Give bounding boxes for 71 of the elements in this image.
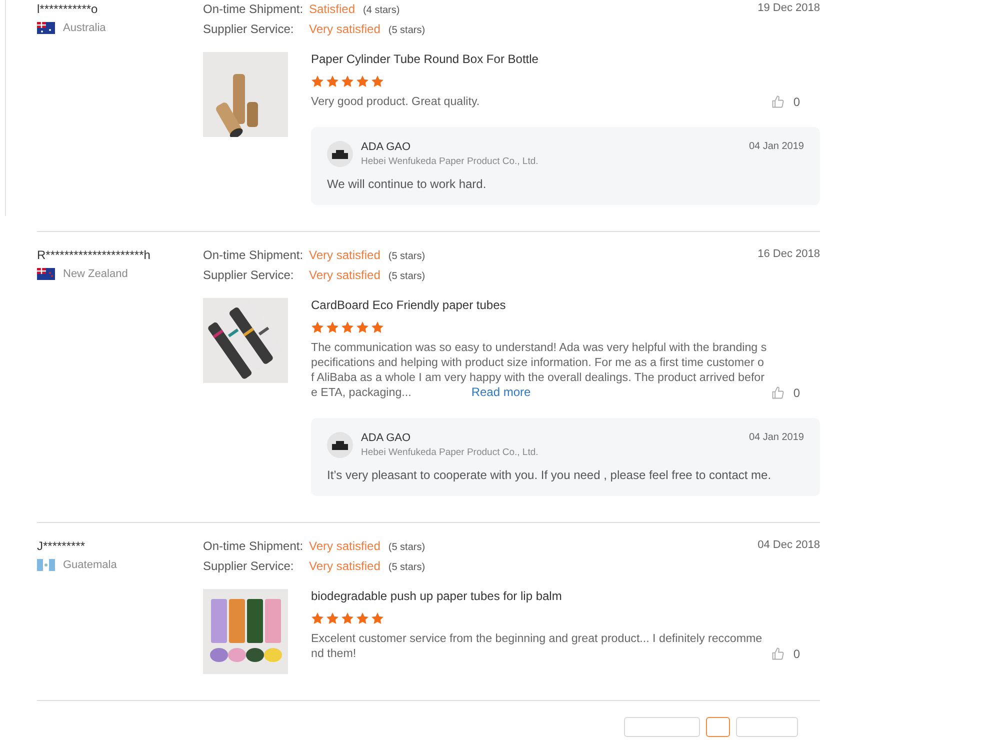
- like-count: 0: [793, 647, 800, 661]
- rating-value: Very satisfied: [309, 559, 380, 573]
- rating-value: Very satisfied: [309, 268, 380, 282]
- review-text: Excelent customer service from the beginning and great product... I definitely reccommend them!: [311, 631, 764, 661]
- thumbs-up-icon[interactable]: [771, 647, 786, 661]
- reply-author: ADA GAO: [361, 141, 412, 153]
- avatar-icon: [327, 432, 353, 458]
- pagination-button[interactable]: [706, 717, 730, 737]
- flag-icon: [37, 22, 55, 34]
- reply-company: Hebei Wenfukeda Paper Product Co., Ltd.: [361, 447, 538, 458]
- product-title[interactable]: biodegradable push up paper tubes for lip balm: [311, 589, 820, 603]
- star-icon: [311, 612, 324, 625]
- reply-text: It’s very pleasant to cooperate with you. If you need , please feel free to contact me.: [327, 468, 772, 482]
- rating-label: On-time Shipment:: [203, 248, 304, 262]
- star-icon: [356, 75, 369, 88]
- avatar-icon: [327, 141, 353, 167]
- rating-label: On-time Shipment:: [203, 2, 304, 16]
- rating-label: Supplier Service:: [203, 268, 295, 282]
- product-title[interactable]: CardBoard Eco Friendly paper tubes: [311, 298, 820, 312]
- review-text: The communication was so easy to understand! Ada was very helpful with the branding specifications and helping with product size information. For me as a first time customer of AliBaba as a whole I am very happy with the overall dealings. The product arrived before ETA, packaging... Read more: [311, 340, 767, 400]
- rating-stars-count: (5 stars): [388, 25, 426, 36]
- rating-stars-count: (5 stars): [388, 542, 426, 553]
- rating-stars-count: (5 stars): [388, 251, 426, 262]
- product-title[interactable]: Paper Cylinder Tube Round Box For Bottle: [311, 52, 820, 66]
- star-icon: [371, 612, 384, 625]
- like-count: 0: [793, 386, 800, 400]
- rating-value: Very satisfied: [309, 539, 380, 553]
- buyer-country: Australia: [63, 22, 106, 34]
- review-date: 04 Dec 2018: [758, 539, 820, 551]
- star-icon: [326, 321, 339, 334]
- rating-value: Very satisfied: [309, 248, 380, 262]
- buyer-country: New Zealand: [63, 268, 128, 280]
- flag-icon: [37, 559, 55, 571]
- star-icon: [341, 75, 354, 88]
- reply-company: Hebei Wenfukeda Paper Product Co., Ltd.: [361, 156, 538, 167]
- rating-stars-count: (5 stars): [388, 562, 426, 573]
- reply-date: 04 Jan 2019: [748, 432, 804, 443]
- pagination-button[interactable]: [624, 717, 700, 737]
- star-icon: [356, 321, 369, 334]
- pagination-button[interactable]: [736, 717, 798, 737]
- reply-text: We will continue to work hard.: [327, 177, 488, 191]
- rating-label: On-time Shipment:: [203, 539, 304, 553]
- review-text: Very good product. Great quality.: [311, 94, 481, 109]
- review-date: 19 Dec 2018: [758, 2, 820, 14]
- buyer-name: l***********o: [37, 2, 99, 16]
- reply-author: ADA GAO: [361, 432, 412, 444]
- star-icon: [326, 75, 339, 88]
- like-count: 0: [793, 95, 800, 109]
- buyer-name: J*********: [37, 539, 86, 553]
- star-icon: [311, 75, 324, 88]
- rating-value: Satisfied: [309, 2, 356, 16]
- rating-label: Supplier Service:: [203, 559, 295, 573]
- reply-date: 04 Jan 2019: [748, 141, 804, 152]
- star-icon: [326, 612, 339, 625]
- buyer-name: R*********************h: [37, 248, 152, 262]
- star-icon: [341, 612, 354, 625]
- rating-stars-count: (5 stars): [388, 271, 426, 282]
- read-more-link[interactable]: Read more: [471, 385, 531, 399]
- buyer-country: Guatemala: [63, 559, 117, 571]
- star-icon: [371, 75, 384, 88]
- review-date: 16 Dec 2018: [758, 248, 820, 260]
- rating-stars-count: (4 stars): [363, 5, 400, 16]
- flag-icon: [37, 268, 55, 280]
- star-icon: [356, 612, 369, 625]
- thumbs-up-icon[interactable]: [771, 386, 786, 400]
- thumbs-up-icon[interactable]: [771, 95, 786, 109]
- star-icon: [341, 321, 354, 334]
- rating-label: Supplier Service:: [203, 22, 295, 36]
- star-icon: [311, 321, 324, 334]
- rating-value: Very satisfied: [309, 22, 380, 36]
- star-icon: [371, 321, 384, 334]
